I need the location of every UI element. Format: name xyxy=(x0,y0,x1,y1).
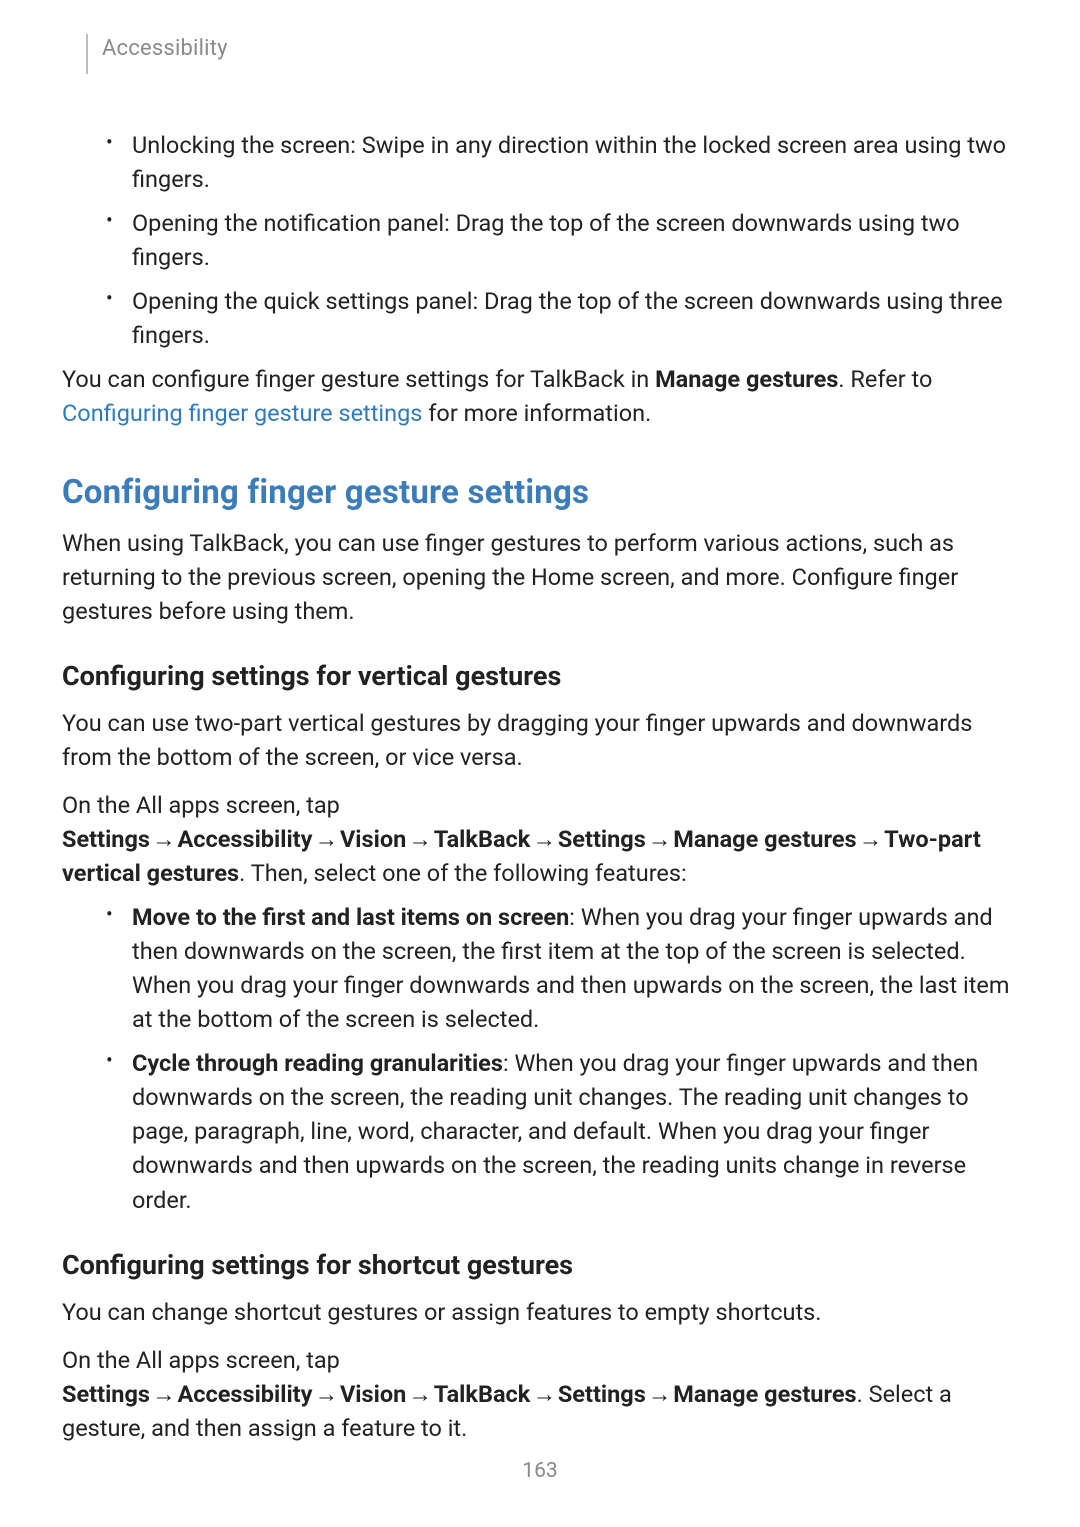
nav-step: Settings xyxy=(62,825,150,853)
arrow-icon: → xyxy=(406,825,434,853)
vertical-nav-path: On the All apps screen, tap Settings→Acc… xyxy=(62,788,1018,890)
arrow-icon: → xyxy=(530,825,558,853)
vertical-feature-list: Move to the first and last items on scre… xyxy=(106,900,1018,1217)
arrow-icon: → xyxy=(150,825,178,853)
arrow-icon: → xyxy=(646,1380,674,1408)
shortcut-nav-path: On the All apps screen, tap Settings→Acc… xyxy=(62,1343,1018,1445)
nav-step: TalkBack xyxy=(434,825,531,853)
nav-step: Settings xyxy=(62,1380,150,1408)
header-rule xyxy=(86,34,88,74)
section-title: Configuring finger gesture settings xyxy=(62,473,1018,512)
feature-name: Move to the first and last items on scre… xyxy=(132,903,569,931)
arrow-icon: → xyxy=(857,825,885,853)
nav-step: Accessibility xyxy=(177,825,312,853)
section-intro: When using TalkBack, you can use finger … xyxy=(62,526,1018,628)
page-number: 163 xyxy=(0,1459,1080,1483)
text-fragment: On the All apps screen, tap xyxy=(62,1346,340,1374)
vertical-paragraph: You can use two-part vertical gestures b… xyxy=(62,706,1018,774)
text-fragment: . Refer to xyxy=(838,365,932,393)
header-section-label: Accessibility xyxy=(102,36,228,61)
list-item: Unlocking the screen: Swipe in any direc… xyxy=(106,128,1018,196)
nav-step: TalkBack xyxy=(434,1380,531,1408)
arrow-icon: → xyxy=(646,825,674,853)
arrow-icon: → xyxy=(312,825,340,853)
arrow-icon: → xyxy=(150,1380,178,1408)
text-fragment: for more information. xyxy=(422,399,651,427)
subheading-vertical: Configuring settings for vertical gestur… xyxy=(62,660,1018,692)
list-item: Move to the first and last items on scre… xyxy=(106,900,1018,1036)
list-item: Opening the notification panel: Drag the… xyxy=(106,206,1018,274)
text-fragment: . Then, select one of the following feat… xyxy=(239,859,687,887)
nav-step: Settings xyxy=(558,825,646,853)
subheading-shortcut: Configuring settings for shortcut gestur… xyxy=(62,1249,1018,1281)
feature-name: Cycle through reading granularities xyxy=(132,1049,503,1077)
intro-paragraph: You can configure finger gesture setting… xyxy=(62,362,1018,430)
nav-step: Vision xyxy=(340,825,406,853)
shortcut-paragraph: You can change shortcut gestures or assi… xyxy=(62,1295,1018,1329)
intro-bullet-list: Unlocking the screen: Swipe in any direc… xyxy=(106,128,1018,352)
list-item: Cycle through reading granularities: Whe… xyxy=(106,1046,1018,1216)
text-fragment: On the All apps screen, tap xyxy=(62,791,340,819)
arrow-icon: → xyxy=(406,1380,434,1408)
list-item: Opening the quick settings panel: Drag t… xyxy=(106,284,1018,352)
text-bold: Manage gestures xyxy=(655,365,838,393)
nav-step: Accessibility xyxy=(177,1380,312,1408)
nav-step: Settings xyxy=(558,1380,646,1408)
page-content: Unlocking the screen: Swipe in any direc… xyxy=(62,84,1018,1445)
nav-step: Manage gestures xyxy=(673,825,856,853)
arrow-icon: → xyxy=(530,1380,558,1408)
nav-step: Manage gestures xyxy=(673,1380,856,1408)
page-header: Accessibility xyxy=(62,34,1018,84)
nav-step: Vision xyxy=(340,1380,406,1408)
arrow-icon: → xyxy=(312,1380,340,1408)
link-configuring-gestures[interactable]: Configuring finger gesture settings xyxy=(62,399,422,427)
text-fragment: You can configure finger gesture setting… xyxy=(62,365,655,393)
